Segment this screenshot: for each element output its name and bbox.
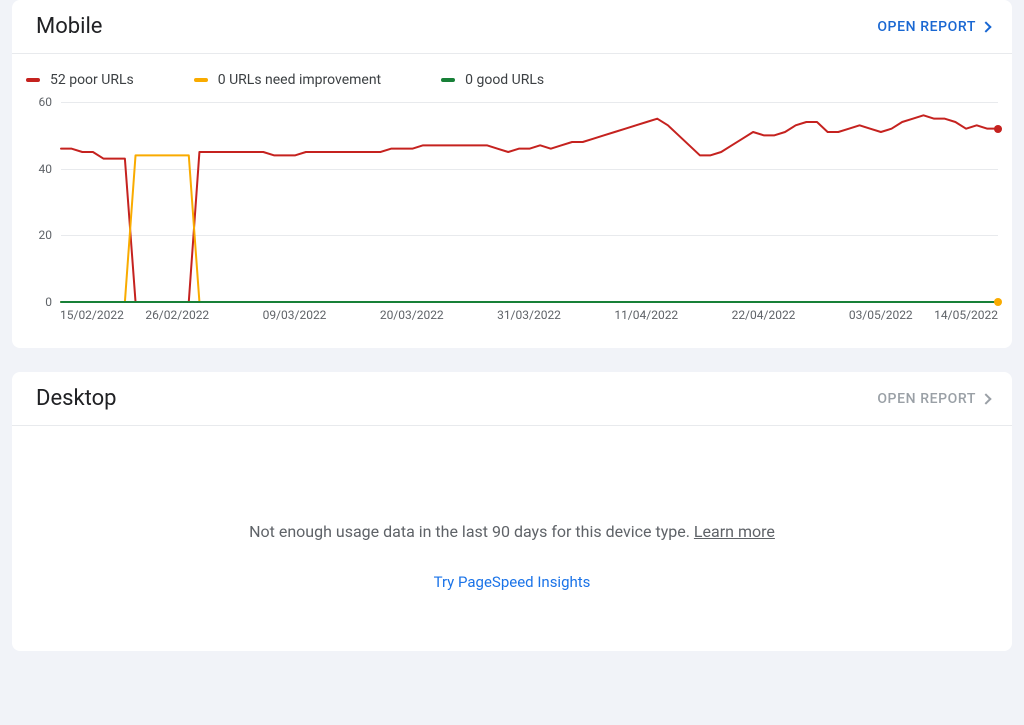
x-tick: 03/05/2022 [849, 308, 913, 322]
legend-label-poor: 52 poor URLs [50, 72, 134, 88]
x-tick: 26/02/2022 [145, 308, 209, 322]
x-axis: 15/02/2022 26/02/2022 09/03/2022 20/03/2022… [60, 302, 998, 332]
legend-item-poor[interactable]: 52 poor URLs [26, 72, 134, 88]
chevron-right-icon [980, 393, 991, 404]
swatch-orange-icon [194, 78, 208, 82]
desktop-empty-state: Not enough usage data in the last 90 day… [12, 426, 1012, 651]
desktop-card: Desktop OPEN REPORT Not enough usage dat… [12, 372, 1012, 651]
x-tick: 20/03/2022 [380, 308, 444, 322]
learn-more-link[interactable]: Learn more [694, 522, 775, 541]
chart-svg [61, 102, 998, 302]
y-axis: 0204060 [26, 102, 60, 302]
y-tick: 60 [18, 95, 52, 109]
empty-state-message: Not enough usage data in the last 90 day… [249, 522, 694, 541]
y-tick: 20 [18, 228, 52, 242]
series-need_improvement [61, 155, 998, 302]
legend-label-good: 0 good URLs [465, 72, 544, 88]
open-report-label: OPEN REPORT [877, 19, 976, 35]
swatch-green-icon [441, 78, 455, 82]
chevron-right-icon [980, 21, 991, 32]
legend-label-need: 0 URLs need improvement [218, 72, 381, 88]
chart-legend: 52 poor URLs 0 URLs need improvement 0 g… [12, 54, 1012, 102]
swatch-red-icon [26, 78, 40, 82]
series-end-dot-poor [994, 125, 1002, 133]
open-report-button-mobile[interactable]: OPEN REPORT [877, 19, 990, 35]
x-tick: 31/03/2022 [497, 308, 561, 322]
legend-item-good[interactable]: 0 good URLs [441, 72, 544, 88]
legend-item-need-improvement[interactable]: 0 URLs need improvement [194, 72, 381, 88]
try-pagespeed-link[interactable]: Try PageSpeed Insights [32, 573, 992, 591]
open-report-button-desktop: OPEN REPORT [877, 391, 990, 407]
chart-plot-area[interactable] [60, 102, 998, 302]
x-tick: 14/05/2022 [934, 308, 998, 322]
card-title-desktop: Desktop [36, 386, 117, 411]
x-tick: 11/04/2022 [614, 308, 678, 322]
x-tick: 09/03/2022 [263, 308, 327, 322]
card-header: Desktop OPEN REPORT [12, 372, 1012, 426]
card-header: Mobile OPEN REPORT [12, 0, 1012, 54]
y-tick: 40 [18, 162, 52, 176]
x-tick: 15/02/2022 [60, 308, 124, 322]
series-poor [61, 115, 998, 302]
y-tick: 0 [18, 295, 52, 309]
open-report-label: OPEN REPORT [877, 391, 976, 407]
x-tick: 22/04/2022 [732, 308, 796, 322]
mobile-chart: 0204060 15/02/2022 26/02/2022 09/03/2022 20… [12, 102, 1012, 348]
mobile-card: Mobile OPEN REPORT 52 poor URLs 0 URLs n… [12, 0, 1012, 348]
card-title-mobile: Mobile [36, 14, 102, 39]
